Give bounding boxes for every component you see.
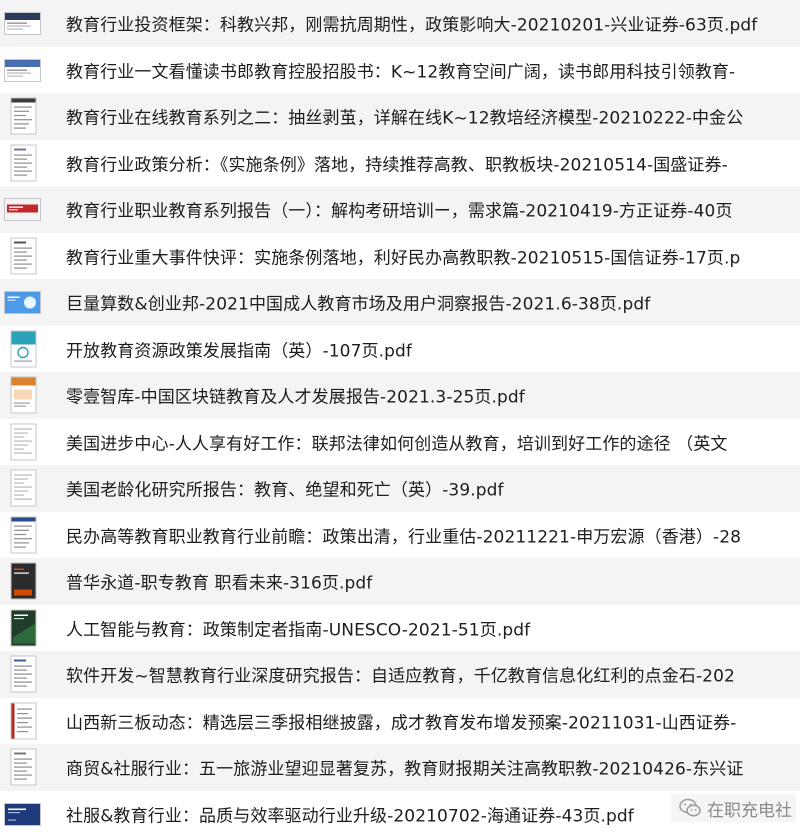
file-row[interactable]: 教育行业在线教育系列之二：抽丝剥茧，详解在线K~12教培经济模型-2021022… xyxy=(0,93,800,140)
pdf-file-icon xyxy=(4,423,41,460)
file-row[interactable]: 山西新三板动态：精选层三季报相继披露，成才教育发布增发预案-20211031-山… xyxy=(0,698,800,745)
pdf-file-icon xyxy=(4,702,41,739)
file-row[interactable]: 普华永道-职专教育 职看未来-316页.pdf xyxy=(0,558,800,605)
file-name: 人工智能与教育：政策制定者指南-UNESCO-2021-51页.pdf xyxy=(66,615,530,640)
file-row[interactable]: 巨量算数&创业邦-2021中国成人教育市场及用户洞察报告-2021.6-38页.… xyxy=(0,279,800,326)
watermark: 在职充电社 xyxy=(671,794,796,822)
file-row[interactable]: 教育行业重大事件快评：实施条例落地，利好民办高教职教-20210515-国信证券… xyxy=(0,233,800,280)
pdf-file-icon xyxy=(4,470,41,507)
pdf-file-icon xyxy=(4,51,41,88)
pdf-file-icon xyxy=(4,330,41,367)
file-row[interactable]: 教育行业投资框架：科教兴邦，刚需抗周期性，政策影响大-20210201-兴业证券… xyxy=(0,0,800,47)
file-name: 普华永道-职专教育 职看未来-316页.pdf xyxy=(66,569,372,594)
pdf-file-icon xyxy=(4,284,41,321)
file-name: 美国进步中心-人人享有好工作：联邦法律如何创造从教育，培训到好工作的途径 （英文 xyxy=(66,429,728,454)
file-row[interactable]: 民办高等教育职业教育行业前瞻：政策出清，行业重估-20211221-申万宏源（香… xyxy=(0,512,800,559)
file-name: 教育行业政策分析：《实施条例》落地，持续推荐高教、职教板块-20210514-国… xyxy=(66,150,728,175)
pdf-file-icon xyxy=(4,516,41,553)
file-row[interactable]: 商贸&社服行业：五一旅游业望迎显著复苏，教育财报期关注高教职教-20210426… xyxy=(0,744,800,791)
pdf-file-icon xyxy=(4,749,41,786)
file-name: 教育行业在线教育系列之二：抽丝剥茧，详解在线K~12教培经济模型-2021022… xyxy=(66,104,743,129)
file-name: 商贸&社服行业：五一旅游业望迎显著复苏，教育财报期关注高教职教-20210426… xyxy=(66,755,743,780)
file-name: 开放教育资源政策发展指南（英）-107页.pdf xyxy=(66,336,412,361)
pdf-file-icon xyxy=(4,237,41,274)
pdf-file-icon xyxy=(4,144,41,181)
watermark-text: 在职充电社 xyxy=(707,796,792,821)
file-list: 教育行业投资框架：科教兴邦，刚需抗周期性，政策影响大-20210201-兴业证券… xyxy=(0,0,800,837)
file-name: 社服&教育行业：品质与效率驱动行业升级-20210702-海通证券-43页.pd… xyxy=(66,801,634,826)
file-row[interactable]: 人工智能与教育：政策制定者指南-UNESCO-2021-51页.pdf xyxy=(0,605,800,652)
file-row[interactable]: 教育行业职业教育系列报告（一）：解构考研培训ー，需求篇-20210419-方正证… xyxy=(0,186,800,233)
file-name: 美国老龄化研究所报告：教育、绝望和死亡（英）-39.pdf xyxy=(66,476,504,501)
file-name: 山西新三板动态：精选层三季报相继披露，成才教育发布增发预案-20211031-山… xyxy=(66,708,736,733)
file-name: 教育行业重大事件快评：实施条例落地，利好民办高教职教-20210515-国信证券… xyxy=(66,243,740,268)
file-row[interactable]: 零壹智库-中国区块链教育及人才发展报告-2021.3-25页.pdf xyxy=(0,372,800,419)
pdf-file-icon xyxy=(4,5,41,42)
file-row[interactable]: 软件开发~智慧教育行业深度研究报告：自适应教育，千亿教育信息化红利的点金石-20… xyxy=(0,651,800,698)
file-name: 教育行业投资框架：科教兴邦，刚需抗周期性，政策影响大-20210201-兴业证券… xyxy=(66,11,757,36)
pdf-file-icon xyxy=(4,609,41,646)
file-row[interactable]: 教育行业政策分析：《实施条例》落地，持续推荐高教、职教板块-20210514-国… xyxy=(0,140,800,187)
pdf-file-icon xyxy=(4,191,41,228)
file-row[interactable]: 美国进步中心-人人享有好工作：联邦法律如何创造从教育，培训到好工作的途径 （英文 xyxy=(0,419,800,466)
file-name: 民办高等教育职业教育行业前瞻：政策出清，行业重估-20211221-申万宏源（香… xyxy=(66,522,741,547)
file-row[interactable]: 开放教育资源政策发展指南（英）-107页.pdf xyxy=(0,326,800,373)
pdf-file-icon xyxy=(4,377,41,414)
wechat-icon xyxy=(679,798,701,818)
file-name: 巨量算数&创业邦-2021中国成人教育市场及用户洞察报告-2021.6-38页.… xyxy=(66,290,650,315)
file-row[interactable]: 美国老龄化研究所报告：教育、绝望和死亡（英）-39.pdf xyxy=(0,465,800,512)
file-name: 教育行业一文看懂读书郎教育控股招股书：K~12教育空间广阔，读书郎用科技引领教育… xyxy=(66,57,735,82)
file-name: 软件开发~智慧教育行业深度研究报告：自适应教育，千亿教育信息化红利的点金石-20… xyxy=(66,662,735,687)
file-name: 教育行业职业教育系列报告（一）：解构考研培训ー，需求篇-20210419-方正证… xyxy=(66,197,733,222)
pdf-file-icon xyxy=(4,795,41,832)
file-name: 零壹智库-中国区块链教育及人才发展报告-2021.3-25页.pdf xyxy=(66,383,525,408)
pdf-file-icon xyxy=(4,656,41,693)
pdf-file-icon xyxy=(4,98,41,135)
pdf-file-icon xyxy=(4,563,41,600)
file-row[interactable]: 教育行业一文看懂读书郎教育控股招股书：K~12教育空间广阔，读书郎用科技引领教育… xyxy=(0,47,800,94)
